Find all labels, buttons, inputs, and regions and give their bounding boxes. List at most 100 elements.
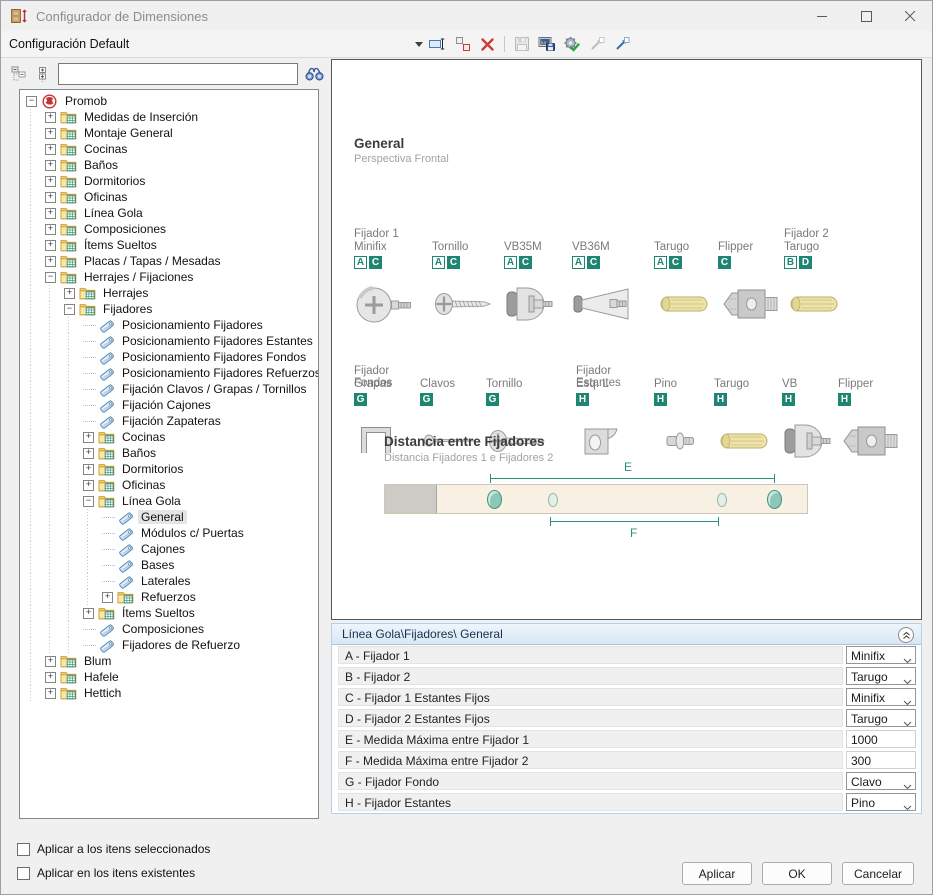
cancelar-button[interactable]: Cancelar [842,862,914,885]
collapse-section-icon[interactable] [898,627,914,643]
tree-item-m-dulos-c-puertas[interactable]: Módulos c/ Puertas [20,525,318,541]
expand-toggle-icon[interactable]: + [45,224,56,235]
tree-item-fijaci-n-zapateras[interactable]: Fijación Zapateras [20,413,318,429]
tree-item-herrajes[interactable]: +Herrajes [20,285,318,301]
checkbox-box[interactable] [17,843,30,856]
tree-item-l-nea-gola[interactable]: −Línea Gola [20,493,318,509]
link-icon[interactable] [609,33,634,55]
tree-item-l-nea-gola[interactable]: +Línea Gola [20,205,318,221]
tree-item-dormitorios[interactable]: +Dormitorios [20,461,318,477]
tree-item-composiciones[interactable]: Composiciones [20,621,318,637]
expand-toggle-icon[interactable]: + [45,128,56,139]
property-value-input[interactable]: 300 [846,751,916,769]
checkbox-box[interactable] [17,867,30,880]
tree-item-posicionamiento-fijadores-estantes[interactable]: Posicionamiento Fijadores Estantes [20,333,318,349]
apply-config-icon[interactable] [559,33,584,55]
checkbox-aplicar-seleccionados[interactable]: Aplicar a los itens seleccionados [17,841,210,857]
tree-item-label: Fijación Cajones [119,398,214,412]
collapse-toggle-icon[interactable]: − [64,304,75,315]
distance-title: Distancia entre Fijadores [384,434,545,449]
property-grid-header[interactable]: Línea Gola\Fijadores\ General [332,624,921,645]
checkbox-aplicar-existentes[interactable]: Aplicar en los itens existentes [17,865,195,881]
edit-name-icon[interactable] [425,33,450,55]
expand-toggle-icon[interactable]: + [45,112,56,123]
tree-item-cajones[interactable]: Cajones [20,541,318,557]
tree-item-oficinas[interactable]: +Oficinas [20,477,318,493]
expand-toggle-icon[interactable]: + [64,288,75,299]
tree-item-ba-os[interactable]: +Baños [20,157,318,173]
save-icon[interactable] [509,33,534,55]
expand-all-icon[interactable] [32,64,52,84]
expand-toggle-icon[interactable]: + [83,464,94,475]
property-value-dropdown[interactable]: Tarugo [846,667,916,685]
tree-item-refuerzos[interactable]: +Refuerzos [20,589,318,605]
collapse-toggle-icon[interactable]: − [83,496,94,507]
tree-item-posicionamiento-fijadores-fondos[interactable]: Posicionamiento Fijadores Fondos [20,349,318,365]
property-value-dropdown[interactable]: Minifix [846,688,916,706]
binoculars-icon[interactable] [303,64,325,84]
expand-toggle-icon[interactable]: + [45,256,56,267]
property-value-dropdown[interactable]: Pino [846,793,916,811]
property-value-dropdown[interactable]: Clavo [846,772,916,790]
tree-search-input[interactable] [58,63,298,85]
tree-connector [83,324,96,326]
ok-button[interactable]: OK [762,862,832,885]
configuration-selector[interactable]: Configuración Default [1,33,425,55]
expand-toggle-icon[interactable]: + [83,480,94,491]
expand-toggle-icon[interactable]: + [45,672,56,683]
expand-toggle-icon[interactable]: + [45,688,56,699]
tree-item-general[interactable]: General [20,509,318,525]
expand-toggle-icon[interactable]: + [45,208,56,219]
collapse-all-icon[interactable] [9,64,29,84]
expand-toggle-icon[interactable]: + [45,656,56,667]
duplicate-config-icon[interactable] [450,33,475,55]
folder-icon [98,606,115,621]
tree-item-composiciones[interactable]: +Composiciones [20,221,318,237]
tree-item-tems-sueltos[interactable]: +Ítems Sueltos [20,605,318,621]
property-value-dropdown[interactable]: Tarugo [846,709,916,727]
tree-item-oficinas[interactable]: +Oficinas [20,189,318,205]
tree-item-ba-os[interactable]: +Baños [20,445,318,461]
aplicar-button[interactable]: Aplicar [682,862,752,885]
expand-toggle-icon[interactable]: + [45,240,56,251]
tree-item-fijadores[interactable]: −Fijadores [20,301,318,317]
expand-toggle-icon[interactable]: + [45,176,56,187]
minimize-button[interactable] [800,1,844,31]
collapse-toggle-icon[interactable]: − [26,96,37,107]
tree-item-cocinas[interactable]: +Cocinas [20,429,318,445]
property-value-dropdown[interactable]: Minifix [846,646,916,664]
expand-toggle-icon[interactable]: + [83,448,94,459]
tree-item-montaje-general[interactable]: +Montaje General [20,125,318,141]
maximize-button[interactable] [844,1,888,31]
tree-item-cocinas[interactable]: +Cocinas [20,141,318,157]
tree-item-herrajes-fijaciones[interactable]: −Herrajes / Fijaciones [20,269,318,285]
tree-item-dormitorios[interactable]: +Dormitorios [20,173,318,189]
tree-item-promob[interactable]: −Promob [20,93,318,109]
expand-toggle-icon[interactable]: + [83,432,94,443]
tree-item-hafele[interactable]: +Hafele [20,669,318,685]
tree-item-posicionamiento-fijadores[interactable]: Posicionamiento Fijadores [20,317,318,333]
collapse-toggle-icon[interactable]: − [45,272,56,283]
expand-toggle-icon[interactable]: + [45,192,56,203]
tree-item-placas-tapas-mesadas[interactable]: +Placas / Tapas / Mesadas [20,253,318,269]
close-button[interactable] [888,1,932,31]
tree-item-fijaci-n-clavos-grapas-tornillos[interactable]: Fijación Clavos / Grapas / Tornillos [20,381,318,397]
expand-toggle-icon[interactable]: + [45,144,56,155]
link-disabled-icon[interactable] [584,33,609,55]
tree-item-blum[interactable]: +Blum [20,653,318,669]
tree-item-fijaci-n-cajones[interactable]: Fijación Cajones [20,397,318,413]
expand-toggle-icon[interactable]: + [83,608,94,619]
expand-toggle-icon[interactable]: + [45,160,56,171]
tree-item-bases[interactable]: Bases [20,557,318,573]
tree-item-posicionamiento-fijadores-refuerzos[interactable]: Posicionamiento Fijadores Refuerzos [20,365,318,381]
folder-icon [60,670,77,685]
expand-toggle-icon[interactable]: + [102,592,113,603]
save-config-icon[interactable]: ka [534,33,559,55]
tree-item-medidas-de-inserci-n[interactable]: +Medidas de Inserción [20,109,318,125]
tree-item-hettich[interactable]: +Hettich [20,685,318,701]
tree-item-fijadores-de-refuerzo[interactable]: Fijadores de Refuerzo [20,637,318,653]
tree-item-laterales[interactable]: Laterales [20,573,318,589]
property-value-input[interactable]: 1000 [846,730,916,748]
tree-item-tems-sueltos[interactable]: +Ítems Sueltos [20,237,318,253]
delete-config-icon[interactable] [475,33,500,55]
